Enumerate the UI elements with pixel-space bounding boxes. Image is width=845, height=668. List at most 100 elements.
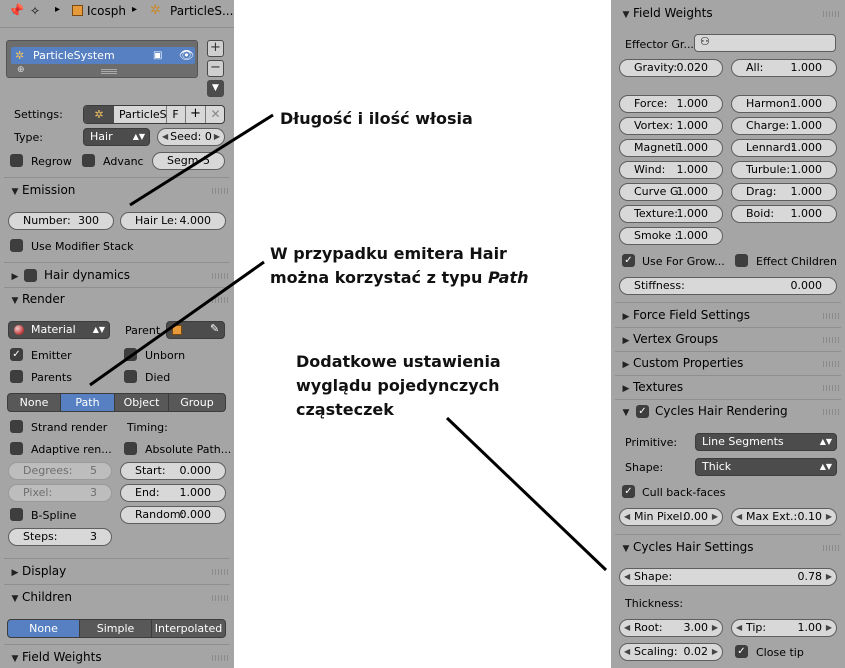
annotation-line-3 xyxy=(445,416,608,572)
cycles-hair-rendering-checkbox[interactable]: ✓ xyxy=(636,405,649,418)
decrement-arrow-icon[interactable]: ◀ xyxy=(736,509,742,525)
smoke-key: Smoke : xyxy=(634,229,679,242)
annotation-line-1 xyxy=(129,113,274,207)
effector-group-field[interactable]: ⚇ xyxy=(694,34,836,52)
close-tip-checkbox[interactable]: ✓ xyxy=(735,645,748,658)
increment-arrow-icon[interactable]: ▶ xyxy=(826,569,832,585)
force-field-title: Force Field Settings xyxy=(633,308,751,322)
field-weight-right[interactable]: Harmon: 1.000 xyxy=(731,95,837,113)
increment-arrow-icon[interactable]: ▶ xyxy=(712,644,718,660)
field-weights-header[interactable]: ▼ Field Weights xyxy=(619,2,713,24)
panel-grip-icon[interactable] xyxy=(823,545,839,551)
increment-arrow-icon[interactable]: ▶ xyxy=(826,620,832,636)
tip-field[interactable]: ◀ Tip: 1.00 ▶ xyxy=(731,619,837,637)
field-weight-right[interactable]: Drag: 1.000 xyxy=(731,183,837,201)
all-field[interactable]: All: 1.000 xyxy=(731,59,837,77)
increment-arrow-icon[interactable]: ▶ xyxy=(712,620,718,636)
effect-children-checkbox[interactable] xyxy=(735,254,748,267)
panel-grip-icon[interactable] xyxy=(823,385,839,391)
field-weight-left[interactable]: Texture: 1.000 xyxy=(619,205,723,223)
cull-backfaces-checkbox[interactable]: ✓ xyxy=(622,485,635,498)
decrement-arrow-icon[interactable]: ◀ xyxy=(624,644,630,660)
scaling-value: 0.02 xyxy=(683,645,709,658)
effector-group-label: Effector Gr... xyxy=(625,38,694,51)
field-weight-value: 1.000 xyxy=(676,207,709,220)
collapsed-triangle-icon: ▶ xyxy=(622,384,630,394)
max-ext-field[interactable]: ◀ Max Ext.: 0.10 ▶ xyxy=(731,508,837,526)
field-weight-value: 1.000 xyxy=(790,185,823,198)
field-weight-value: 1.000 xyxy=(676,141,709,154)
decrement-arrow-icon[interactable]: ◀ xyxy=(624,569,630,585)
primitive-label: Primitive: xyxy=(625,436,678,449)
smoke-field[interactable]: Smoke :1.000 xyxy=(619,227,723,245)
field-weight-value: 1.000 xyxy=(790,119,823,132)
scaling-field[interactable]: ◀ Scaling: 0.02 ▶ xyxy=(619,643,723,661)
gravity-key: Gravity: xyxy=(634,61,678,74)
all-value: 1.000 xyxy=(790,61,823,74)
annotation-extra-line3: cząsteczek xyxy=(296,400,394,419)
expanded-triangle-icon: ▼ xyxy=(622,544,630,554)
decrement-arrow-icon[interactable]: ◀ xyxy=(624,509,630,525)
primitive-value: Line Segments xyxy=(702,435,784,448)
field-weight-value: 1.000 xyxy=(676,185,709,198)
field-weight-value: 1.000 xyxy=(790,141,823,154)
panel-grip-icon[interactable] xyxy=(823,337,839,343)
increment-arrow-icon[interactable]: ▶ xyxy=(712,509,718,525)
annotation-hair-length: Długość i ilość włosia xyxy=(280,109,473,128)
cycles-hair-settings-title: Cycles Hair Settings xyxy=(633,540,754,554)
field-weight-left[interactable]: Magneti: 1.000 xyxy=(619,139,723,157)
panel-grip-icon[interactable] xyxy=(823,409,839,415)
panel-grip-icon[interactable] xyxy=(823,361,839,367)
cycles-hair-rendering-header[interactable]: ▼ xyxy=(619,400,633,422)
field-weight-key: Turbule: xyxy=(746,163,791,176)
decrement-arrow-icon[interactable]: ◀ xyxy=(736,620,742,636)
collapsed-triangle-icon: ▶ xyxy=(622,336,630,346)
field-weight-key: Boid: xyxy=(746,207,775,220)
expanded-triangle-icon: ▼ xyxy=(622,10,630,20)
field-weight-right[interactable]: Lennard: 1.000 xyxy=(731,139,837,157)
textures-title: Textures xyxy=(633,380,684,394)
annotation-path-word: Path xyxy=(487,268,529,287)
field-weight-left[interactable]: Force: 1.000 xyxy=(619,95,723,113)
scaling-key: Scaling: xyxy=(634,645,678,658)
field-weight-value: 1.000 xyxy=(790,207,823,220)
field-weight-left[interactable]: Curve G: 1.000 xyxy=(619,183,723,201)
field-weight-right[interactable]: Charge: 1.000 xyxy=(731,117,837,135)
smoke-value: 1.000 xyxy=(676,229,709,242)
root-value: 3.00 xyxy=(683,621,709,634)
effect-children-label: Effect Children xyxy=(756,255,837,268)
field-weight-left[interactable]: Wind: 1.000 xyxy=(619,161,723,179)
field-weight-right[interactable]: Turbule: 1.000 xyxy=(731,161,837,179)
stiffness-field[interactable]: Stiffness: 0.000 xyxy=(619,277,837,295)
field-weight-key: Texture: xyxy=(634,207,678,220)
use-for-growing-checkbox[interactable]: ✓ xyxy=(622,254,635,267)
collapsed-triangle-icon: ▶ xyxy=(622,360,630,370)
field-weight-right[interactable]: Boid: 1.000 xyxy=(731,205,837,223)
collapsed-triangle-icon: ▶ xyxy=(622,312,630,322)
close-tip-label: Close tip xyxy=(756,646,804,659)
annotation-extra-line2: wyglądu pojedynczych xyxy=(296,376,500,395)
decrement-arrow-icon[interactable]: ◀ xyxy=(624,620,630,636)
annotation-hair-path-line1: W przypadku emitera Hair xyxy=(270,244,507,263)
root-field[interactable]: ◀ Root: 3.00 ▶ xyxy=(619,619,723,637)
textures-header[interactable]: ▶ Textures xyxy=(619,376,684,398)
shape-slider[interactable]: ◀ Shape: 0.78 ▶ xyxy=(619,568,837,586)
panel-grip-icon[interactable] xyxy=(823,313,839,319)
panel-grip-icon[interactable] xyxy=(823,11,839,17)
gravity-field[interactable]: Gravity: 0.020 xyxy=(619,59,723,77)
force-field-settings-header[interactable]: ▶ Force Field Settings xyxy=(619,304,750,326)
thickness-label: Thickness: xyxy=(625,597,684,610)
min-pixel-field[interactable]: ◀ Min Pixel: 0.00 ▶ xyxy=(619,508,723,526)
stiffness-value: 0.000 xyxy=(790,279,823,292)
shape-dropdown[interactable]: Thick ▲▼ xyxy=(695,458,837,476)
cycles-hair-settings-header[interactable]: ▼ Cycles Hair Settings xyxy=(619,536,754,558)
vertex-groups-header[interactable]: ▶ Vertex Groups xyxy=(619,328,719,350)
expanded-triangle-icon: ▼ xyxy=(622,408,630,418)
field-weight-key: Curve G: xyxy=(634,185,683,198)
custom-properties-header[interactable]: ▶ Custom Properties xyxy=(619,352,744,374)
field-weight-left[interactable]: Vortex: 1.000 xyxy=(619,117,723,135)
field-weight-key: Force: xyxy=(634,97,668,110)
primitive-dropdown[interactable]: Line Segments ▲▼ xyxy=(695,433,837,451)
group-icon: ⚇ xyxy=(700,35,710,48)
increment-arrow-icon[interactable]: ▶ xyxy=(826,509,832,525)
